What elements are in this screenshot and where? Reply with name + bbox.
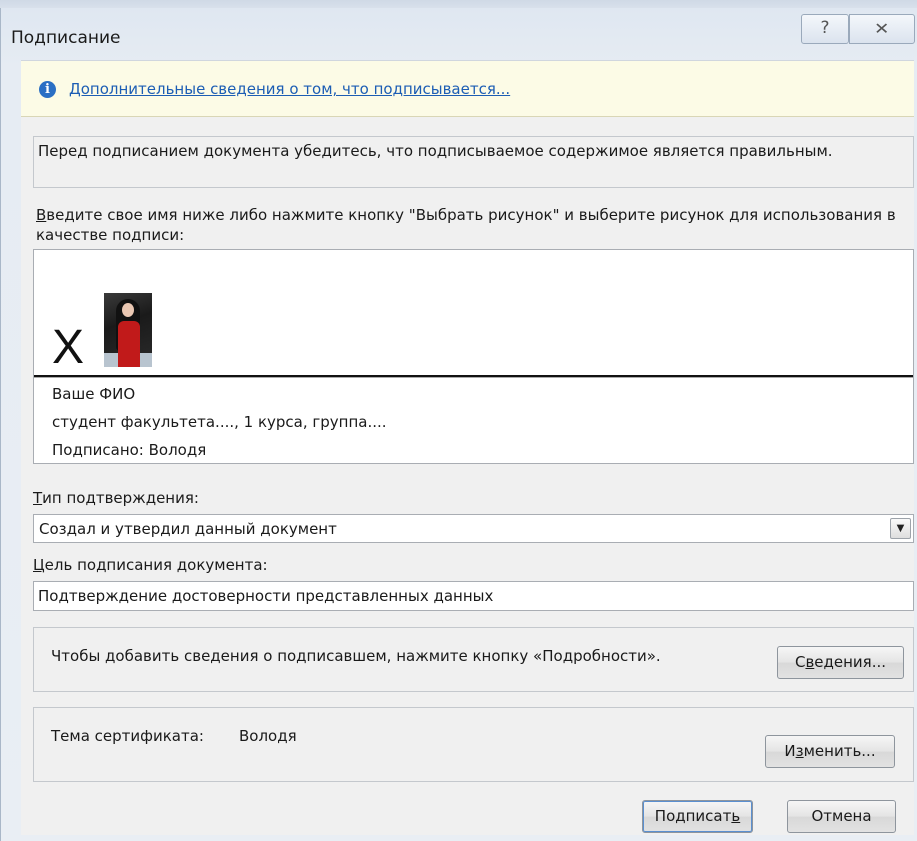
signature-picture <box>104 293 152 367</box>
commitment-type-value: Создал и утвердил данный документ <box>39 520 337 538</box>
chevron-down-icon[interactable]: ▼ <box>890 518 911 539</box>
signer-title: студент факультета...., 1 курса, группа.… <box>52 413 387 431</box>
dialog-content: i Дополнительные сведения о том, что под… <box>21 60 914 835</box>
info-icon: i <box>39 81 56 98</box>
title-bar: Подписание ? ✕ <box>1 8 917 60</box>
signed-by: Подписано: Володя <box>52 441 207 459</box>
signature-x-mark: X <box>52 321 85 374</box>
close-icon: ✕ <box>874 19 890 38</box>
more-info-link[interactable]: Дополнительные сведения о том, что подпи… <box>69 80 510 98</box>
commitment-type-label: Тип подтверждения: <box>33 489 199 507</box>
details-section: Чтобы добавить сведения о подписавшем, н… <box>33 627 914 692</box>
info-bar: i Дополнительные сведения о том, что под… <box>21 61 914 117</box>
certificate-section: Тема сертификата: Володя Изменить... <box>33 707 914 782</box>
details-button[interactable]: Сведения... <box>777 646 904 679</box>
signature-line-shadow <box>34 377 913 378</box>
certificate-value: Володя <box>239 727 297 745</box>
prompt-text: ведите свое имя ниже либо нажмите кнопку… <box>36 206 896 244</box>
prompt-accel: В <box>36 206 47 224</box>
signature-area[interactable]: X Ваше ФИО студент факультета...., 1 кур… <box>33 249 914 464</box>
dialog-title: Подписание <box>11 28 121 48</box>
verify-text: Перед подписанием документа убедитесь, ч… <box>38 142 833 160</box>
signer-name: Ваше ФИО <box>52 385 136 403</box>
certificate-label: Тема сертификата: <box>51 727 204 745</box>
change-button[interactable]: Изменить... <box>765 735 895 768</box>
close-button[interactable]: ✕ <box>849 14 915 44</box>
sign-button[interactable]: Подписать <box>642 800 753 833</box>
help-icon: ? <box>820 18 830 38</box>
commitment-type-select[interactable]: Создал и утвердил данный документ ▼ <box>33 514 914 543</box>
help-button[interactable]: ? <box>801 14 849 44</box>
signing-dialog: Подписание ? ✕ i Дополнительные сведения… <box>0 8 917 841</box>
purpose-input[interactable] <box>33 581 914 611</box>
verify-notice: Перед подписанием документа убедитесь, ч… <box>33 136 914 188</box>
details-text: Чтобы добавить сведения о подписавшем, н… <box>51 647 661 665</box>
cancel-button[interactable]: Отмена <box>787 800 896 833</box>
signature-prompt: Введите свое имя ниже либо нажмите кнопк… <box>36 205 896 245</box>
purpose-label: Цель подписания документа: <box>33 556 268 574</box>
